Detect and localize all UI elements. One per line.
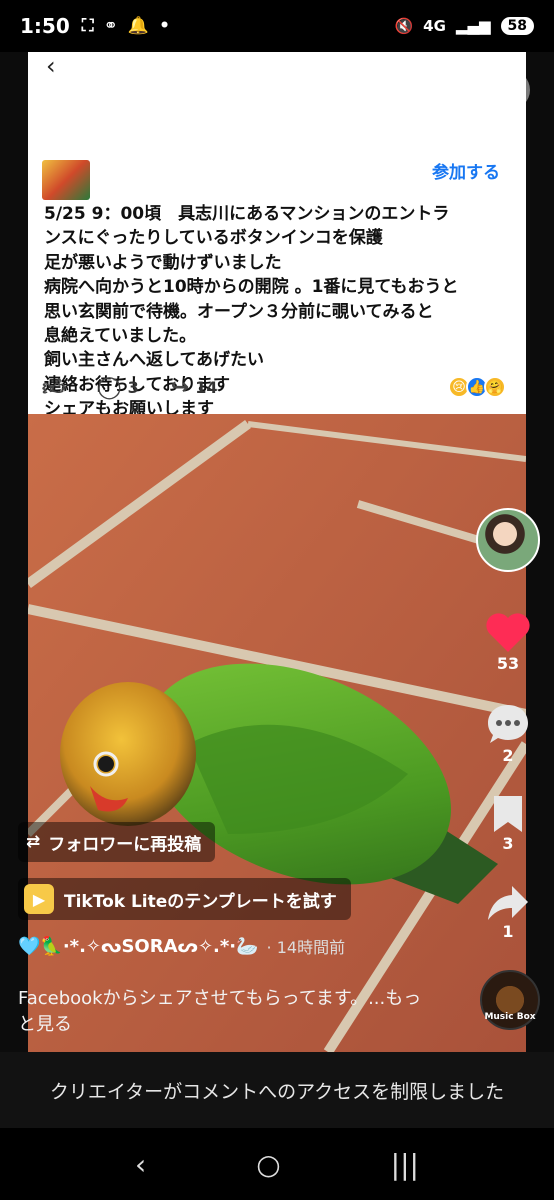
group-avatar xyxy=(42,160,90,200)
status-right: 🔇 4G ▂▄▆ 58 xyxy=(394,17,534,35)
like-action: 👍︎ xyxy=(42,374,65,401)
comment-button[interactable]: 2 xyxy=(476,702,540,765)
template-button[interactable]: ▶ TikTok Liteのテンプレートを試す xyxy=(18,878,351,920)
comment-restricted-bar: クリエイターがコメントへのアクセスを制限しました xyxy=(0,1052,554,1128)
notification-icons: ⛶ ⚭ 🔔 • xyxy=(82,16,170,36)
comment-action: ◯ 3 xyxy=(97,375,139,400)
template-icon: ▶ xyxy=(24,884,54,914)
status-bar: 1:50 ⛶ ⚭ 🔔 • 🔇 4G ▂▄▆ 58 xyxy=(0,0,554,52)
like-button[interactable]: 53 xyxy=(476,612,540,673)
post-line: 息絶えていました。 xyxy=(44,326,197,347)
battery-indicator: 58 xyxy=(500,17,534,35)
nav-recents-icon[interactable]: ||| xyxy=(391,1148,419,1181)
post-share-count: 14 xyxy=(195,377,218,397)
like-count: 53 xyxy=(496,654,520,673)
dot-icon: • xyxy=(159,16,170,36)
mute-icon: 🔇 xyxy=(394,17,414,35)
post-line: 病院へ向かうと10時からの開院 。1番に見てもおうと xyxy=(44,277,459,298)
search-placeholder: 関連するコンテンツを見つ… xyxy=(127,80,375,103)
comment-icon xyxy=(488,705,528,743)
favorite-button[interactable]: 3 xyxy=(476,794,540,853)
post-comment-count: 3 xyxy=(127,377,139,397)
post-time: · 14時間前 xyxy=(266,938,346,957)
post-line: 思い玄関前で待機。オープン３分前に覗いてみると xyxy=(44,301,434,322)
share-count: 1 xyxy=(502,922,514,941)
heart-icon xyxy=(486,613,530,652)
music-disc[interactable]: Music Box xyxy=(480,970,540,1030)
repost-icon: ⇄ xyxy=(26,832,41,852)
repost-label: フォロワーに再投稿 xyxy=(48,834,202,855)
creator-avatar[interactable] xyxy=(476,508,540,572)
system-nav-bar: ‹ ○ ||| xyxy=(0,1128,554,1200)
search-button[interactable]: 検索 xyxy=(446,70,530,110)
post-line: 5/25 9：00頃 具志川にあるマンションのエントラ xyxy=(44,204,450,224)
post-line: 飼い主さんへ返してあげたい xyxy=(44,350,264,371)
repost-button[interactable]: ⇄ フォロワーに再投稿 xyxy=(18,822,216,862)
comment-bubble-icon: ◯ xyxy=(97,374,122,400)
post-actions: 👍︎ ◯ 3 ↪ 14 xyxy=(42,372,249,402)
search-input[interactable]: ⌕ 関連するコンテンツを見つ… xyxy=(88,64,436,116)
reaction-icons: 😢 👍 🤗 xyxy=(448,376,506,398)
template-label: TikTok Liteのテンプレートを試す xyxy=(64,891,337,912)
favorite-count: 3 xyxy=(502,834,514,853)
post-line: ンスにぐったりしているボタンインコを保護 xyxy=(44,228,383,249)
share-arrow-icon: ↪ xyxy=(170,374,190,400)
comment-count: 2 xyxy=(502,746,514,765)
care-reaction-icon: 🤗 xyxy=(484,376,506,398)
nav-back-icon[interactable]: ‹ xyxy=(135,1148,146,1181)
link-icon: ⚭ xyxy=(103,16,118,36)
caption[interactable]: Facebookからシェアさせてもらってます。...もっと見る xyxy=(18,986,438,1038)
screenshot-icon: ⛶ xyxy=(81,16,94,36)
share-button[interactable]: 1 xyxy=(476,882,540,941)
back-arrow-icon[interactable]: ← xyxy=(30,70,55,105)
search-icon: ⌕ xyxy=(106,78,118,102)
nav-home-icon[interactable]: ○ xyxy=(256,1148,280,1181)
bell-icon: 🔔 xyxy=(127,16,150,36)
signal-icon: ▂▄▆ xyxy=(455,17,491,35)
share-action: ↪ 14 xyxy=(171,375,218,400)
join-link: 参加する xyxy=(432,163,500,183)
post-line: 足が悪いようで動けずいました xyxy=(44,252,282,273)
search-bar: ← ⌕ 関連するコンテンツを見つ… 検索 xyxy=(0,60,554,118)
author-name[interactable]: 🩵🦜·*.✧ᔓSORAᔕ✧.*·🦢 xyxy=(18,936,259,957)
music-label: Music Box xyxy=(484,1012,536,1022)
share-icon xyxy=(488,886,528,920)
bookmark-icon xyxy=(494,796,522,832)
thumbs-up-icon: 👍︎ xyxy=(42,375,65,401)
network-label: 4G xyxy=(423,17,446,35)
comment-restricted-text: クリエイターがコメントへのアクセスを制限しました xyxy=(49,1080,505,1103)
status-time: 1:50 xyxy=(20,14,70,38)
author-row[interactable]: 🩵🦜·*.✧ᔓSORAᔕ✧.*·🦢 · 14時間前 xyxy=(18,934,345,958)
